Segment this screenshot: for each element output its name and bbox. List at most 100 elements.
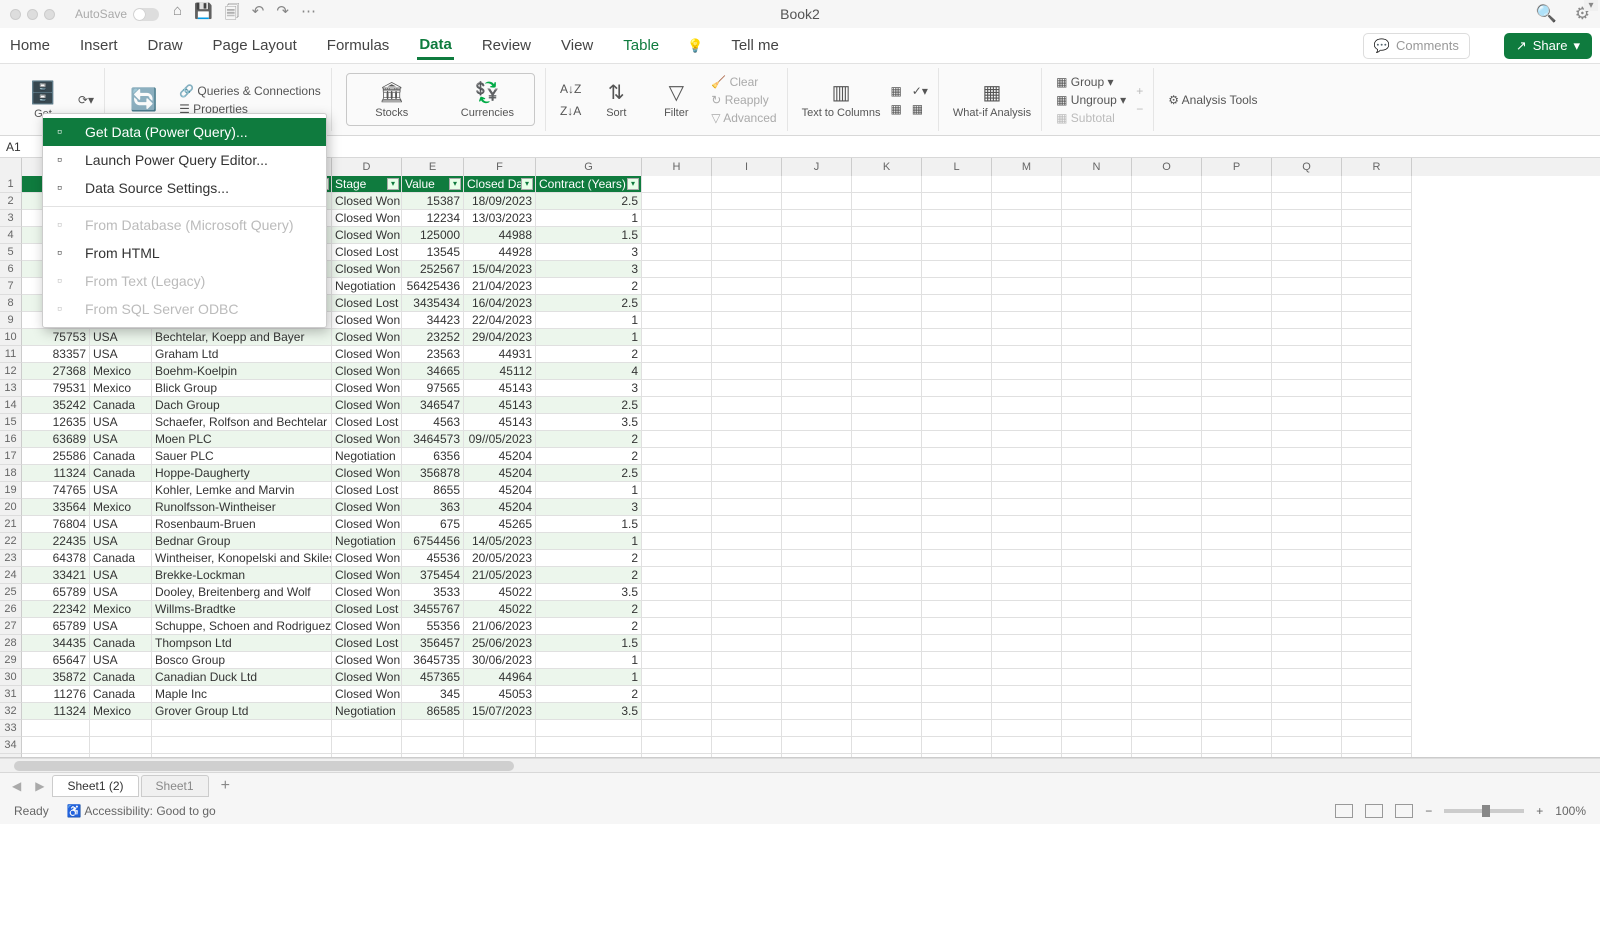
col-q-header[interactable]: Q [1272,158,1342,176]
sheet-tab-active[interactable]: Sheet1 (2) [52,775,138,797]
advanced-filter-button[interactable]: ▽ Advanced [711,111,776,125]
table-header-contract[interactable]: Contract (Years)▾ [536,176,642,193]
table-row[interactable]: 1725586CanadaSauer PLCNegotiation6356452… [0,448,1600,465]
tab-page-layout[interactable]: Page Layout [211,33,299,58]
menu-item[interactable]: ▫Get Data (Power Query)... [43,118,326,146]
zoom-in-button[interactable]: + [1536,804,1543,818]
col-f-header[interactable]: F [464,158,536,176]
table-row[interactable]: 1512635USASchaefer, Rolfson and Bechtela… [0,414,1600,431]
tab-review[interactable]: Review [480,33,533,58]
table-header-value[interactable]: Value▾ [402,176,464,193]
home-icon[interactable]: ⌂ [173,2,182,27]
table-row[interactable]: 1435242CanadaDach GroupClosed Won3465474… [0,397,1600,414]
col-o-header[interactable]: O [1132,158,1202,176]
sort-asc-icon[interactable]: A↓Z [560,82,581,96]
table-row[interactable]: 1974765USAKohler, Lemke and MarvinClosed… [0,482,1600,499]
redo-icon[interactable]: ↷ [276,2,289,27]
col-g-header[interactable]: G [536,158,642,176]
table-row[interactable]: 2834435CanadaThompson LtdClosed Lost3564… [0,635,1600,652]
table-row[interactable]: 3035872CanadaCanadian Duck LtdClosed Won… [0,669,1600,686]
analysis-tools-button[interactable]: ⚙ Analysis Tools [1168,93,1257,107]
col-l-header[interactable]: L [922,158,992,176]
table-row[interactable]: 2622342MexicoWillms-BradtkeClosed Lost34… [0,601,1600,618]
table-row[interactable]: 3211324MexicoGrover Group LtdNegotiation… [0,703,1600,720]
sort-button[interactable]: ⇅Sort [591,80,641,119]
table-row[interactable]: 1075753USABechtelar, Koepp and BayerClos… [0,329,1600,346]
tab-view[interactable]: View [559,33,595,58]
filter-button[interactable]: ▽Filter [651,80,701,119]
close-dot[interactable] [10,9,21,20]
remove-dup-icon[interactable]: ▦ [890,102,901,116]
table-row[interactable]: 2222435USABednar GroupNegotiation6754456… [0,533,1600,550]
undo-icon[interactable]: ↶ [252,2,265,27]
table-row[interactable]: 2565789USADooley, Breitenberg and WolfCl… [0,584,1600,601]
table-row[interactable]: 2765789USASchuppe, Schoen and RodriguezC… [0,618,1600,635]
queries-connections-button[interactable]: 🔗 Queries & Connections [179,84,321,98]
table-row[interactable]: 1379531MexicoBlick GroupClosed Won975654… [0,380,1600,397]
col-p-header[interactable]: P [1202,158,1272,176]
search-icon[interactable]: 🔍 [1536,4,1557,24]
data-validation-icon[interactable]: ✓▾ [912,84,928,98]
share-button[interactable]: ↗ Share ▾ [1504,33,1592,59]
sheet-nav-prev[interactable]: ◀ [6,779,27,793]
consolidate-icon[interactable]: ▦ [912,102,928,116]
table-header-closed-date[interactable]: Closed Date▾ [464,176,536,193]
more-icon[interactable]: ⋯ [301,2,316,27]
refresh-all-button[interactable]: 🔄 [119,87,169,113]
tab-insert[interactable]: Insert [78,33,120,58]
subtotal-button[interactable]: ▦ Subtotal [1056,111,1126,125]
col-k-header[interactable]: K [852,158,922,176]
expand-fbar-icon[interactable]: ▾ [1584,0,1598,11]
table-row[interactable]: 1227368MexicoBoehm-KoelpinClosed Won3466… [0,363,1600,380]
table-row[interactable]: 2965647USABosco GroupClosed Won364573530… [0,652,1600,669]
menu-item[interactable]: ▫From HTML [43,239,326,267]
menu-item[interactable]: ▫Launch Power Query Editor... [43,146,326,174]
data-types-gallery[interactable]: 🏛Stocks 💱Currencies [346,73,535,126]
table-row[interactable]: 1663689USAMoen PLCClosed Won346457309//0… [0,431,1600,448]
sort-desc-icon[interactable]: Z↓A [560,104,581,118]
max-dot[interactable] [44,9,55,20]
normal-view-button[interactable] [1335,804,1353,818]
flash-fill-icon[interactable]: ▦ [890,84,901,98]
toggle-switch[interactable] [133,8,159,21]
tab-formulas[interactable]: Formulas [325,33,392,58]
sheet-nav-next[interactable]: ▶ [29,779,50,793]
tab-table[interactable]: Table [621,33,661,58]
table-row[interactable]: 3111276CanadaMaple IncClosed Won34545053… [0,686,1600,703]
page-layout-view-button[interactable] [1365,804,1383,818]
page-break-view-button[interactable] [1395,804,1413,818]
autosave-toggle[interactable]: AutoSave [75,7,159,21]
clear-filter-button[interactable]: 🧹 Clear [711,75,776,89]
col-r-header[interactable]: R [1342,158,1412,176]
group-button[interactable]: ▦ Group ▾ [1056,75,1126,89]
zoom-percent[interactable]: 100% [1555,804,1586,818]
add-sheet-button[interactable]: + [211,777,240,795]
show-detail-icon[interactable]: + [1136,84,1143,98]
tab-home[interactable]: Home [8,33,52,58]
whatif-button[interactable]: ▦What-if Analysis [953,80,1031,119]
sheet-tab-other[interactable]: Sheet1 [141,775,209,797]
table-row[interactable]: 2033564MexicoRunolfsson-WintheiserClosed… [0,499,1600,516]
col-j-header[interactable]: J [782,158,852,176]
table-header-stage[interactable]: Stage▾ [332,176,402,193]
tab-draw[interactable]: Draw [146,33,185,58]
reapply-button[interactable]: ↻ Reapply [711,93,776,107]
refresh-split[interactable]: ⟳▾ [78,93,94,107]
menu-item[interactable]: ▫Data Source Settings... [43,174,326,202]
table-row[interactable]: 1183357USAGraham LtdClosed Won2356344931… [0,346,1600,363]
tab-data[interactable]: Data [417,32,454,60]
col-i-header[interactable]: I [712,158,782,176]
accessibility-status[interactable]: ♿ Accessibility: Good to go [67,804,216,818]
save-icon[interactable]: 💾 [194,2,213,27]
table-row[interactable]: 2176804USARosenbaum-BruenClosed Won67545… [0,516,1600,533]
min-dot[interactable] [27,9,38,20]
comments-button[interactable]: 💬 Comments [1363,33,1470,59]
print-icon[interactable]: 🗐 [225,2,240,27]
col-d-header[interactable]: D [332,158,402,176]
zoom-out-button[interactable]: − [1425,804,1432,818]
col-n-header[interactable]: N [1062,158,1132,176]
table-row[interactable]: 1811324CanadaHoppe-DaughertyClosed Won35… [0,465,1600,482]
col-h-header[interactable]: H [642,158,712,176]
table-row[interactable]: 2433421USABrekke-LockmanClosed Won375454… [0,567,1600,584]
horizontal-scrollbar[interactable] [0,758,1600,772]
